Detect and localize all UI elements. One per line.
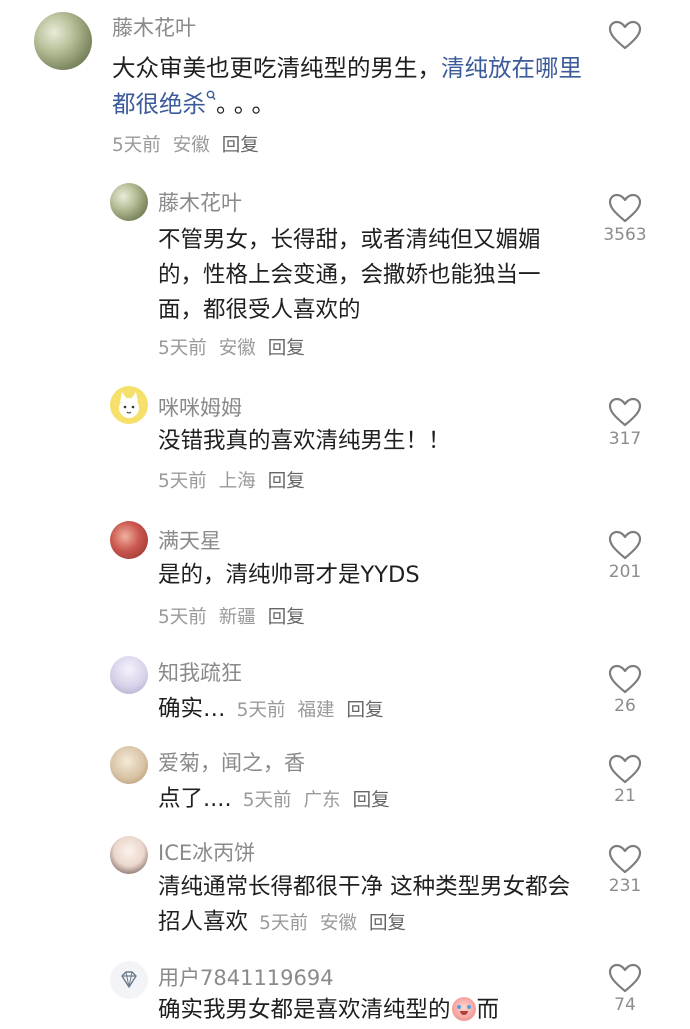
like-button[interactable] (590, 20, 660, 52)
heart-icon (608, 963, 642, 993)
comment-text-body: 确实… (158, 696, 226, 722)
reply-button[interactable]: 回复 (222, 135, 259, 156)
comment-time: 5天前 (236, 700, 286, 721)
reply-button[interactable]: 回复 (268, 471, 305, 492)
user-avatar[interactable] (110, 656, 148, 694)
comment-text: 是的，清纯帅哥才是YYDS (158, 562, 420, 588)
comment-location: 安徽 (172, 135, 210, 156)
reply-button[interactable]: 回复 (268, 338, 305, 359)
comment-text-body: 点了.... (158, 786, 232, 812)
like-count: 21 (614, 786, 636, 806)
comment-meta: 5天前 福建 回复 (237, 700, 396, 721)
comment-1: 藤木花叶 大众审美也更吃清纯型的男生，清纯放在哪里都很绝杀。。。 5天前 安徽 回复 (0, 0, 690, 160)
comment-location: 新疆 (218, 607, 256, 628)
comment-6: 爱菊，闻之，香 点了.... 5天前 广东 回复 21 (0, 740, 690, 830)
like-button[interactable]: 201 (590, 530, 660, 582)
comment-location: 上海 (218, 471, 256, 492)
comment-meta: 5天前 安徽 回复 (158, 334, 317, 360)
user-avatar[interactable] (34, 12, 92, 70)
comment-text-body: 确实我男女都是喜欢清纯型的 (158, 997, 451, 1023)
comment-location: 安徽 (218, 338, 256, 359)
heart-icon (608, 844, 642, 874)
comment-text: 点了.... 5天前 广东 回复 (158, 782, 578, 818)
heart-icon (608, 754, 642, 784)
comment-meta: 5天前 安徽 回复 (259, 913, 418, 934)
like-count: 26 (614, 696, 636, 716)
comment-2: 藤木花叶 不管男女，长得甜，或者清纯但又媚媚的，性格上会变通，会撒娇也能独当一面… (0, 175, 690, 365)
username[interactable]: 咪咪姆姆 (158, 392, 242, 422)
comment-text: 不管男女，长得甜，或者清纯但又媚媚的，性格上会变通，会撒娇也能独当一面，都很受人… (158, 227, 541, 323)
username[interactable]: 藤木花叶 (158, 187, 242, 217)
comment-text-tail: 。。。 (216, 90, 281, 118)
comment-location: 安徽 (319, 913, 357, 934)
reply-button[interactable]: 回复 (353, 790, 390, 811)
comment-location: 广东 (303, 790, 341, 811)
user-avatar[interactable] (110, 836, 148, 874)
comment-time: 5天前 (158, 338, 207, 359)
user-avatar[interactable] (110, 521, 148, 559)
reply-button[interactable]: 回复 (369, 913, 406, 934)
like-button[interactable]: 26 (590, 664, 660, 716)
user-avatar[interactable] (110, 386, 148, 424)
username[interactable]: 爱菊，闻之，香 (158, 747, 305, 777)
comment-5: 知我疏狂 确实… 5天前 福建 回复 26 (0, 650, 690, 735)
username[interactable]: 知我疏狂 (158, 657, 242, 687)
comment-meta: 5天前 上海 回复 (158, 467, 317, 493)
comment-text-plain: 大众审美也更吃清纯型的男生， (112, 54, 441, 82)
diamond-icon (121, 971, 137, 988)
username[interactable]: 藤木花叶 (112, 12, 196, 42)
like-button[interactable]: 317 (590, 397, 660, 449)
search-icon[interactable] (206, 90, 216, 102)
like-count: 317 (608, 429, 642, 449)
heart-icon (608, 20, 642, 50)
heart-icon (608, 397, 642, 427)
like-count: 231 (608, 876, 642, 896)
reply-button[interactable]: 回复 (346, 700, 383, 721)
comment-text: 清纯通常长得都很干净 这种类型男女都会招人喜欢 5天前 安徽 回复 (158, 870, 578, 941)
user-avatar[interactable] (110, 961, 148, 999)
cartoon-cat-icon (119, 392, 139, 418)
heart-icon (608, 664, 642, 694)
username[interactable]: 用户7841119694 (158, 962, 334, 992)
comment-4: 满天星 是的，清纯帅哥才是YYDS 5天前 新疆 回复 201 (0, 515, 690, 635)
comment-text: 确实… 5天前 福建 回复 (158, 692, 578, 728)
like-count: 201 (608, 562, 642, 582)
comment-time: 5天前 (242, 790, 292, 811)
comment-time: 5天前 (259, 913, 308, 934)
like-count: 3563 (603, 225, 647, 245)
comment-text-tail: 而 (476, 997, 500, 1023)
comment-text: 确实我男女都是喜欢清纯型的而 (158, 993, 578, 1028)
comment-time: 5天前 (158, 607, 207, 628)
comment-7: ICE冰丙饼 清纯通常长得都很干净 这种类型男女都会招人喜欢 5天前 安徽 回复 2… (0, 830, 690, 955)
comment-time: 5天前 (158, 471, 207, 492)
like-button[interactable]: 21 (590, 754, 660, 806)
comment-location: 福建 (297, 700, 335, 721)
user-avatar[interactable] (110, 746, 148, 784)
comment-8: 用户7841119694 确实我男女都是喜欢清纯型的而 74 (0, 955, 690, 1029)
like-button[interactable]: 231 (590, 844, 660, 896)
comment-meta: 5天前 新疆 回复 (158, 603, 317, 629)
comment-text: 没错我真的喜欢清纯男生！！ (158, 428, 451, 454)
comment-text: 大众审美也更吃清纯型的男生，清纯放在哪里都很绝杀。。。 (112, 50, 582, 122)
comment-meta: 5天前 安徽 回复 (112, 131, 271, 157)
comment-3: 咪咪姆姆 没错我真的喜欢清纯男生！！ 5天前 上海 回复 317 (0, 380, 690, 500)
heart-icon (608, 530, 642, 560)
reply-button[interactable]: 回复 (268, 607, 305, 628)
heart-icon (608, 193, 642, 223)
user-avatar[interactable] (110, 183, 148, 221)
crying-face-emoji-icon (451, 997, 476, 1021)
username[interactable]: ICE冰丙饼 (158, 837, 255, 867)
like-count: 74 (614, 995, 636, 1015)
comment-time: 5天前 (112, 135, 161, 156)
like-button[interactable]: 74 (590, 963, 660, 1015)
like-button[interactable]: 3563 (590, 193, 660, 245)
username[interactable]: 满天星 (158, 525, 221, 555)
comment-meta: 5天前 广东 回复 (243, 790, 402, 811)
